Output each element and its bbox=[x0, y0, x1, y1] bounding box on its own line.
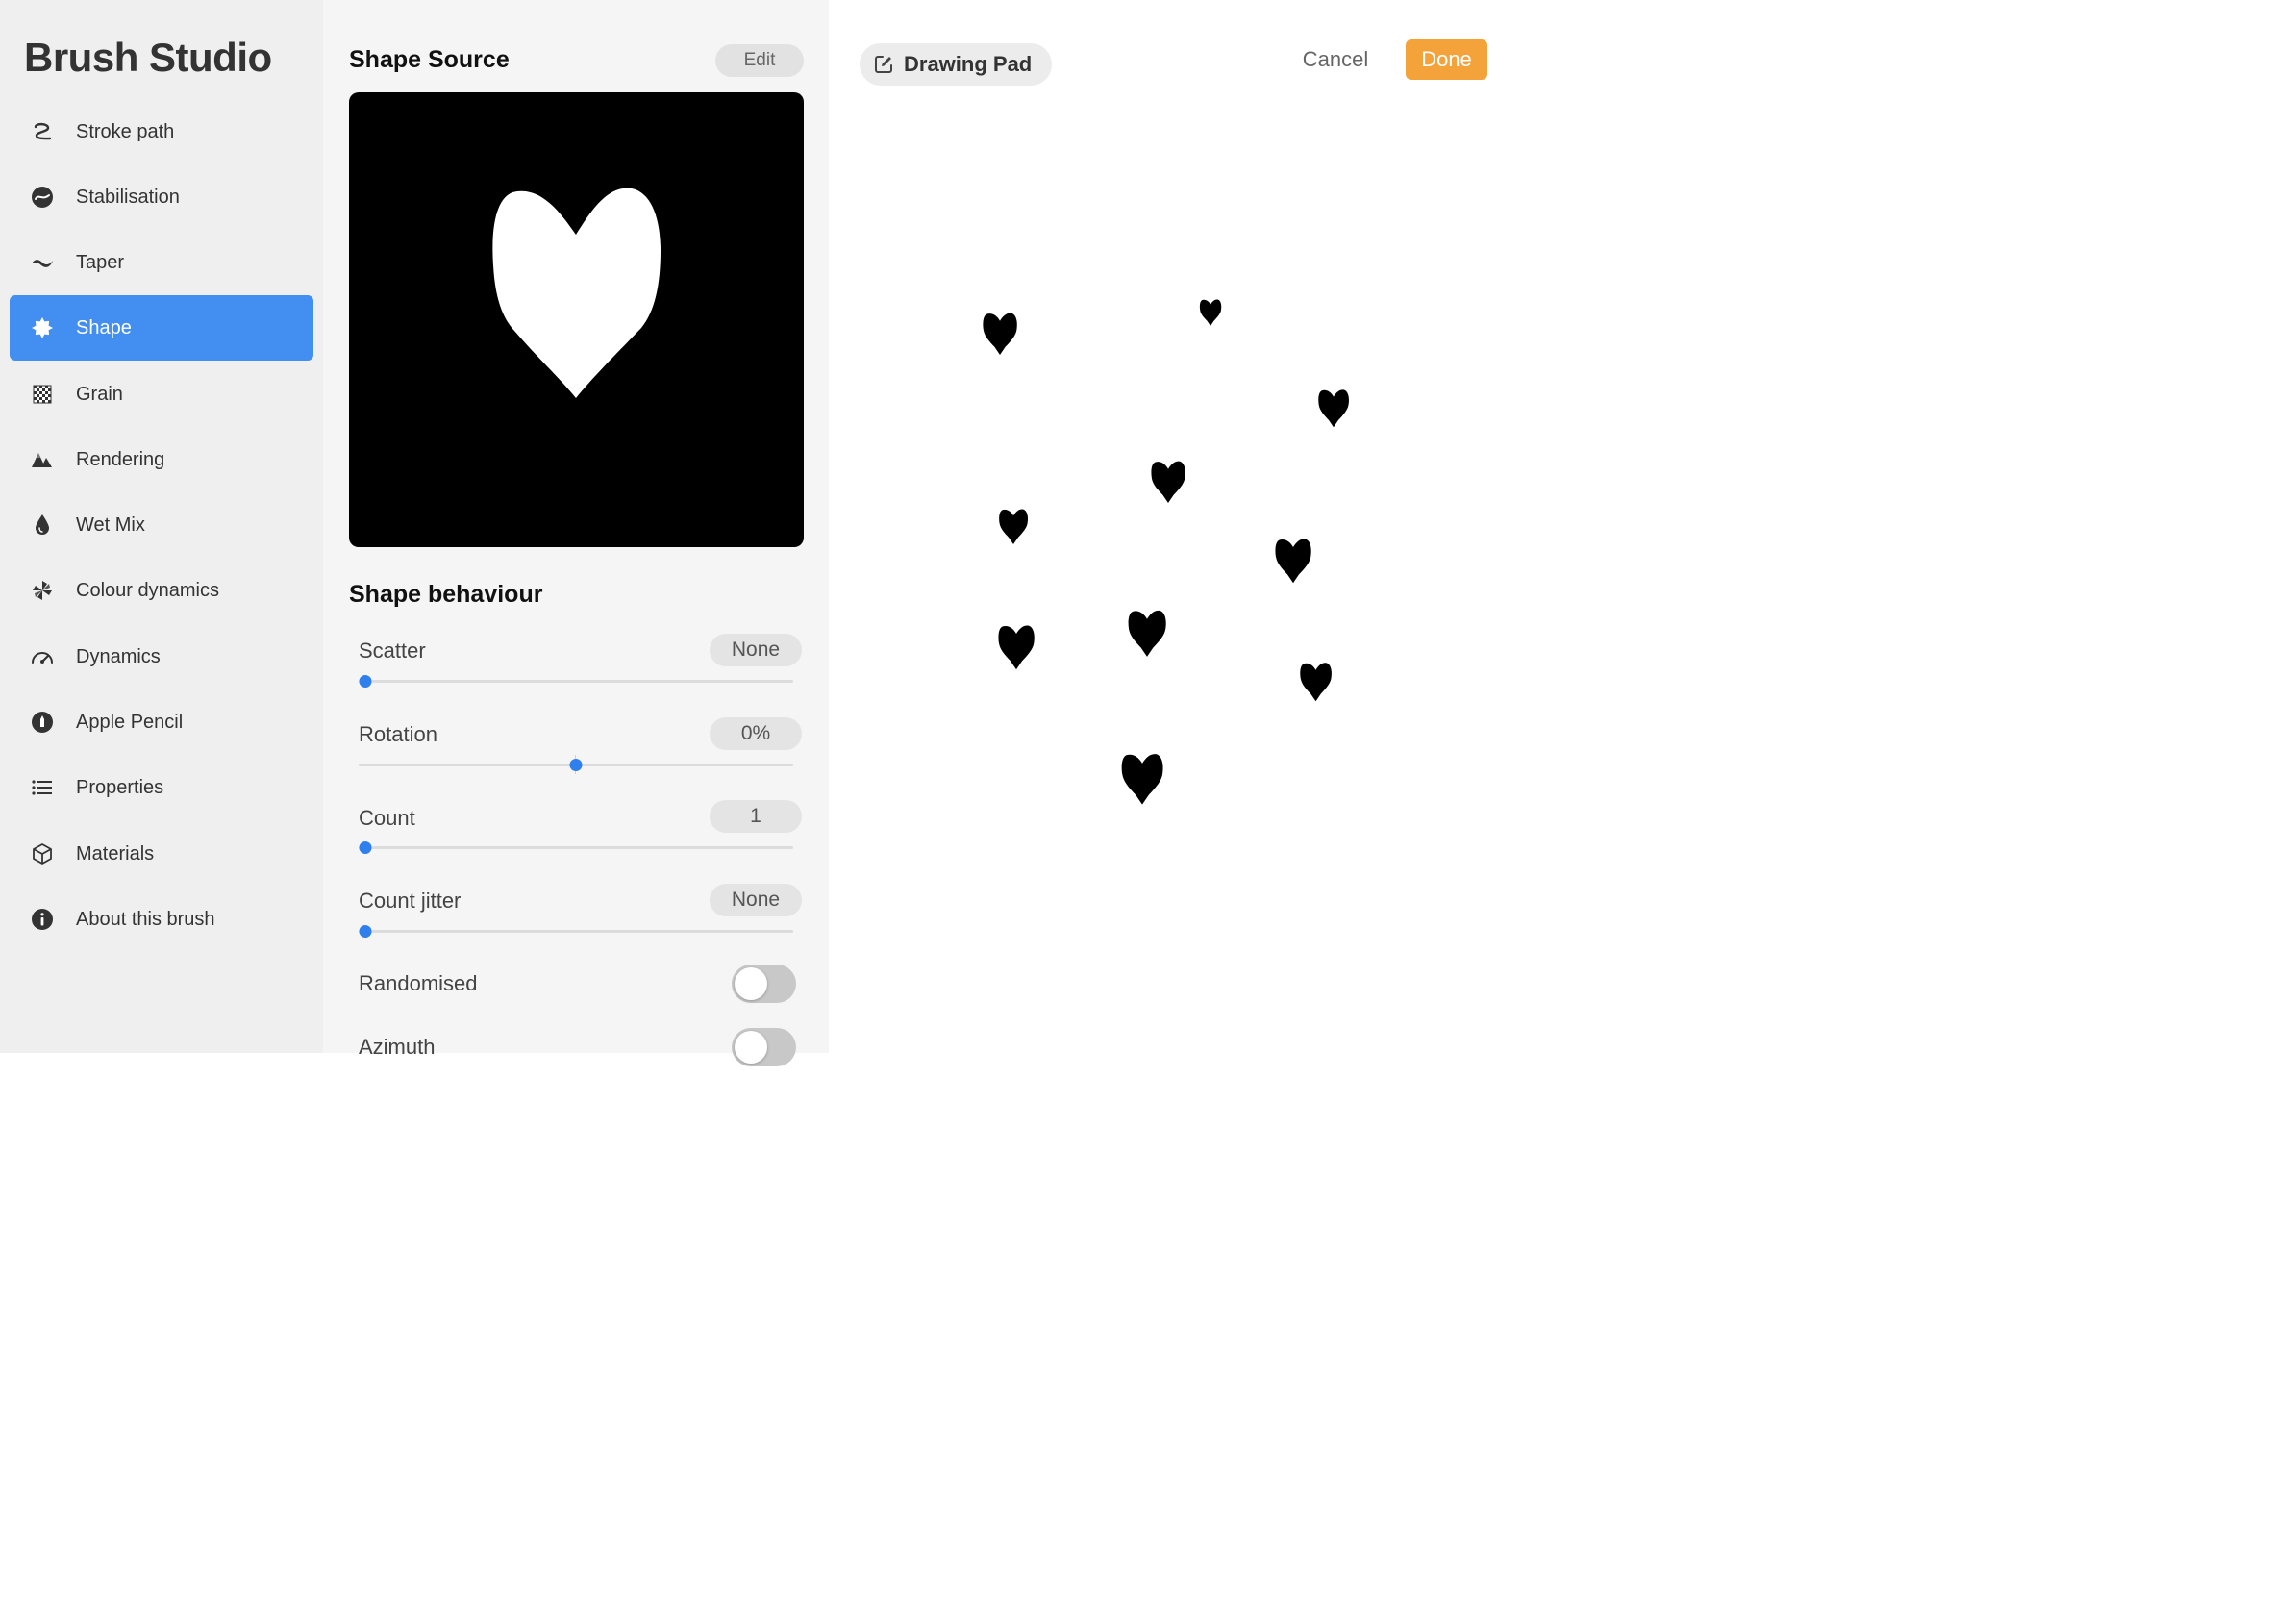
info-icon bbox=[31, 908, 54, 931]
count-label: Count bbox=[359, 806, 415, 830]
heart-stamp bbox=[998, 625, 1035, 670]
sidebar-item-label: Dynamics bbox=[76, 645, 161, 667]
sidebar-item-label: Colour dynamics bbox=[76, 579, 219, 601]
randomised-toggle[interactable] bbox=[732, 965, 796, 1003]
heart-stamp bbox=[1151, 461, 1185, 504]
heart-stamp bbox=[983, 313, 1017, 356]
sidebar-item-shape[interactable]: Shape bbox=[10, 295, 313, 361]
sidebar-item-label: Apple Pencil bbox=[76, 711, 184, 733]
heart-shape-icon bbox=[492, 188, 661, 398]
sidebar-item-label: Rendering bbox=[76, 448, 165, 470]
slider-track bbox=[359, 846, 793, 849]
sidebar-item-about-this-brush[interactable]: About this brush bbox=[10, 887, 313, 952]
drawing-pad-label: Drawing Pad bbox=[904, 52, 1033, 76]
stabilisation-icon bbox=[31, 186, 54, 209]
rendering-icon bbox=[31, 448, 54, 471]
sidebar-item-stabilisation[interactable]: Stabilisation bbox=[10, 164, 313, 230]
slider-thumb[interactable] bbox=[359, 675, 371, 688]
heart-stamp bbox=[999, 509, 1029, 545]
sidebar-item-rendering[interactable]: Rendering bbox=[10, 427, 313, 492]
sidebar-item-wet-mix[interactable]: Wet Mix bbox=[10, 492, 313, 558]
properties-icon bbox=[31, 776, 54, 799]
sidebar-item-grain[interactable]: Grain bbox=[10, 362, 313, 427]
count-jitter-label: Count jitter bbox=[359, 889, 462, 913]
sidebar-item-apple-pencil[interactable]: Apple Pencil bbox=[10, 689, 313, 755]
sidebar-item-dynamics[interactable]: Dynamics bbox=[10, 624, 313, 689]
azimuth-toggle[interactable] bbox=[732, 1028, 796, 1066]
slider-track bbox=[359, 680, 793, 683]
heart-stamp bbox=[1300, 663, 1332, 702]
count-slider[interactable] bbox=[359, 838, 793, 857]
sidebar-item-stroke-path[interactable]: Stroke path bbox=[10, 99, 313, 164]
drawing-pad-tab[interactable]: Drawing Pad bbox=[860, 43, 1052, 86]
materials-icon bbox=[31, 842, 54, 865]
colour-dynamics-icon bbox=[31, 579, 54, 602]
edit-button[interactable]: Edit bbox=[715, 44, 804, 77]
heart-stamp bbox=[1121, 754, 1163, 805]
rotation-slider[interactable] bbox=[359, 755, 793, 774]
shape-icon bbox=[31, 316, 54, 339]
sidebar: Brush Studio Stroke path Stabilisation T… bbox=[0, 0, 323, 1053]
scatter-slider[interactable] bbox=[359, 671, 793, 690]
sidebar-item-label: Stroke path bbox=[76, 120, 175, 142]
sidebar-item-label: Grain bbox=[76, 383, 123, 405]
rotation-label: Rotation bbox=[359, 722, 437, 746]
count-jitter-value[interactable]: None bbox=[710, 884, 802, 916]
sidebar-item-label: About this brush bbox=[76, 908, 215, 930]
count-jitter-slider[interactable] bbox=[359, 921, 793, 940]
apple-pencil-icon bbox=[31, 711, 54, 734]
sidebar-item-label: Shape bbox=[76, 316, 132, 338]
toggle-knob bbox=[735, 1031, 767, 1064]
sidebar-item-label: Taper bbox=[76, 251, 125, 273]
edit-square-icon bbox=[873, 54, 894, 75]
heart-stamp bbox=[1199, 299, 1222, 326]
sidebar-item-label: Materials bbox=[76, 842, 155, 865]
sidebar-item-taper[interactable]: Taper bbox=[10, 230, 313, 295]
stroke-path-icon bbox=[31, 120, 54, 143]
slider-thumb[interactable] bbox=[359, 841, 371, 854]
heart-stamp bbox=[1275, 539, 1311, 584]
shape-behaviour-title: Shape behaviour bbox=[349, 581, 543, 608]
drawing-pad[interactable]: Drawing Pad Cancel Done bbox=[829, 0, 1508, 1053]
taper-icon bbox=[31, 251, 54, 274]
cancel-button[interactable]: Cancel bbox=[1290, 42, 1381, 77]
slider-thumb[interactable] bbox=[359, 925, 371, 938]
toggle-knob bbox=[735, 967, 767, 1000]
azimuth-label: Azimuth bbox=[359, 1035, 436, 1059]
heart-stamp bbox=[1128, 610, 1166, 657]
scatter-label: Scatter bbox=[359, 639, 426, 663]
done-button[interactable]: Done bbox=[1406, 39, 1487, 80]
sidebar-item-label: Properties bbox=[76, 776, 164, 798]
sidebar-item-label: Wet Mix bbox=[76, 514, 145, 536]
grain-icon bbox=[31, 383, 54, 406]
settings-panel: Shape Source Edit Shape behaviour Scatte… bbox=[323, 0, 829, 1066]
shape-source-preview[interactable] bbox=[349, 92, 804, 547]
wet-mix-icon bbox=[31, 514, 54, 537]
sidebar-item-label: Stabilisation bbox=[76, 186, 180, 208]
shape-source-title: Shape Source bbox=[349, 46, 510, 73]
dynamics-icon bbox=[31, 645, 54, 668]
randomised-label: Randomised bbox=[359, 971, 478, 995]
scatter-value[interactable]: None bbox=[710, 634, 802, 666]
count-value[interactable]: 1 bbox=[710, 800, 802, 833]
app-title: Brush Studio bbox=[24, 35, 272, 80]
slider-thumb[interactable] bbox=[569, 759, 583, 771]
sidebar-item-materials[interactable]: Materials bbox=[10, 821, 313, 887]
heart-stamp bbox=[1318, 389, 1349, 428]
slider-track bbox=[359, 930, 793, 933]
sidebar-item-properties[interactable]: Properties bbox=[10, 755, 313, 820]
rotation-value[interactable]: 0% bbox=[710, 717, 802, 750]
sidebar-item-colour-dynamics[interactable]: Colour dynamics bbox=[10, 558, 313, 623]
